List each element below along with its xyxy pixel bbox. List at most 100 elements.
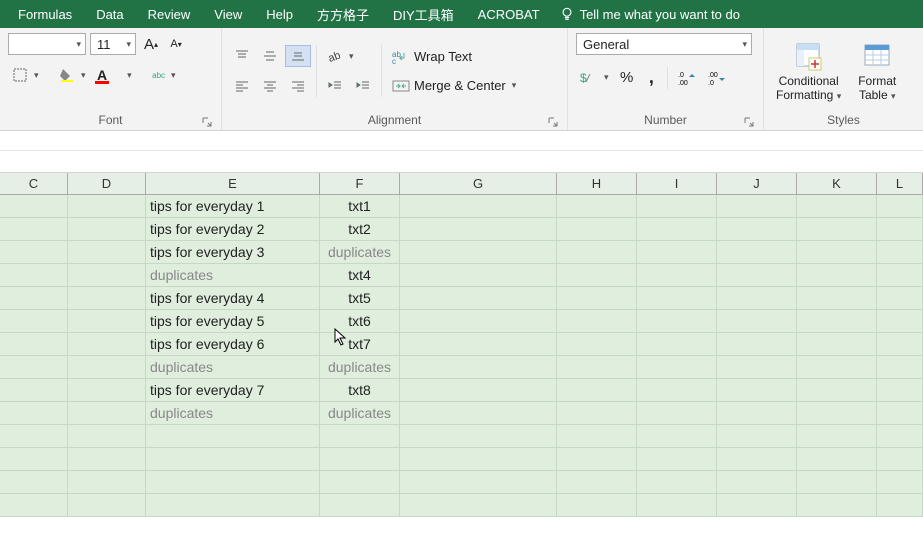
cell[interactable] (557, 494, 637, 517)
tab-方方格子[interactable]: 方方格子 (305, 0, 381, 28)
cell[interactable] (400, 402, 557, 425)
cell[interactable] (637, 241, 717, 264)
col-header-I[interactable]: I (637, 173, 717, 194)
cell[interactable] (637, 264, 717, 287)
cell[interactable] (637, 425, 717, 448)
col-header-E[interactable]: E (146, 173, 320, 194)
merge-center-button[interactable]: Merge & Center ▾ (387, 75, 537, 97)
cell[interactable] (400, 241, 557, 264)
chevron-down-icon[interactable]: ▾ (604, 72, 614, 83)
cell[interactable] (557, 333, 637, 356)
cell[interactable] (0, 310, 68, 333)
chevron-down-icon[interactable]: ▾ (349, 51, 359, 62)
cell[interactable] (797, 425, 877, 448)
col-header-L[interactable]: L (877, 173, 923, 194)
cell[interactable] (797, 310, 877, 333)
cell[interactable] (68, 425, 146, 448)
table-row[interactable]: tips for everyday 7txt8 (0, 379, 923, 402)
comma-button[interactable]: , (640, 64, 662, 91)
cell[interactable] (877, 494, 923, 517)
cell[interactable] (797, 402, 877, 425)
cell[interactable] (717, 264, 797, 287)
cell[interactable]: tips for everyday 5 (146, 310, 320, 333)
align-middle-button[interactable] (257, 45, 283, 67)
col-header-K[interactable]: K (797, 173, 877, 194)
cell[interactable]: tips for everyday 4 (146, 287, 320, 310)
cell[interactable] (0, 471, 68, 494)
cell[interactable] (637, 195, 717, 218)
cell[interactable] (797, 241, 877, 264)
cell[interactable]: txt4 (320, 264, 400, 287)
cell[interactable]: duplicates (320, 356, 400, 379)
chevron-down-icon[interactable]: ▾ (127, 70, 137, 81)
cell[interactable] (0, 287, 68, 310)
cell[interactable] (68, 287, 146, 310)
cell[interactable] (68, 494, 146, 517)
cell[interactable] (557, 471, 637, 494)
cell[interactable] (320, 494, 400, 517)
cell[interactable]: duplicates (146, 356, 320, 379)
cell[interactable] (797, 264, 877, 287)
align-right-button[interactable] (285, 75, 311, 97)
cell[interactable] (637, 356, 717, 379)
cell[interactable]: duplicates (320, 241, 400, 264)
cell[interactable] (717, 310, 797, 333)
cell[interactable] (0, 241, 68, 264)
cell[interactable] (0, 218, 68, 241)
cell[interactable] (557, 218, 637, 241)
cell[interactable] (877, 218, 923, 241)
chevron-down-icon[interactable]: ▾ (81, 70, 91, 81)
cell[interactable] (877, 333, 923, 356)
dialog-launcher-icon[interactable] (743, 116, 755, 128)
accounting-format-button[interactable]: $ (575, 67, 603, 89)
cell[interactable] (877, 287, 923, 310)
cell[interactable] (717, 494, 797, 517)
cell[interactable] (557, 402, 637, 425)
tab-data[interactable]: Data (84, 0, 135, 28)
table-row[interactable]: duplicatestxt4 (0, 264, 923, 287)
cell[interactable] (717, 402, 797, 425)
table-row[interactable]: duplicatesduplicates (0, 402, 923, 425)
number-format-combo[interactable]: General▾ (576, 33, 752, 55)
cell[interactable] (797, 448, 877, 471)
cell[interactable] (717, 195, 797, 218)
formula-bar[interactable] (0, 151, 923, 173)
cell[interactable] (68, 471, 146, 494)
cell[interactable] (320, 448, 400, 471)
cell[interactable] (877, 402, 923, 425)
cell[interactable]: tips for everyday 1 (146, 195, 320, 218)
chevron-down-icon[interactable]: ▾ (34, 70, 44, 81)
cell[interactable]: tips for everyday 2 (146, 218, 320, 241)
cell[interactable] (557, 310, 637, 333)
cell[interactable] (0, 494, 68, 517)
cell[interactable] (717, 379, 797, 402)
font-size-combo[interactable]: 11▾ (90, 33, 136, 55)
cell[interactable] (877, 241, 923, 264)
table-row[interactable]: tips for everyday 4txt5 (0, 287, 923, 310)
col-header-F[interactable]: F (320, 173, 400, 194)
percent-button[interactable]: % (615, 66, 638, 89)
cell[interactable] (637, 471, 717, 494)
increase-font-button[interactable]: A▴ (139, 33, 163, 56)
cell[interactable]: txt7 (320, 333, 400, 356)
cell[interactable] (0, 333, 68, 356)
cell[interactable] (637, 310, 717, 333)
fill-color-button[interactable] (54, 64, 80, 86)
cell[interactable] (717, 471, 797, 494)
font-name-combo[interactable]: ▾ (8, 33, 86, 55)
cell[interactable] (68, 379, 146, 402)
cell[interactable] (877, 471, 923, 494)
cell[interactable] (400, 264, 557, 287)
cell[interactable] (400, 425, 557, 448)
cell[interactable] (877, 379, 923, 402)
cell[interactable]: duplicates (146, 264, 320, 287)
tab-help[interactable]: Help (254, 0, 305, 28)
cell[interactable]: tips for everyday 3 (146, 241, 320, 264)
wrap-text-button[interactable]: abc Wrap Text (387, 46, 537, 68)
cell[interactable] (400, 310, 557, 333)
cell[interactable]: duplicates (320, 402, 400, 425)
cell[interactable] (400, 494, 557, 517)
cell[interactable] (400, 218, 557, 241)
cell[interactable] (68, 264, 146, 287)
table-row[interactable]: duplicatesduplicates (0, 356, 923, 379)
